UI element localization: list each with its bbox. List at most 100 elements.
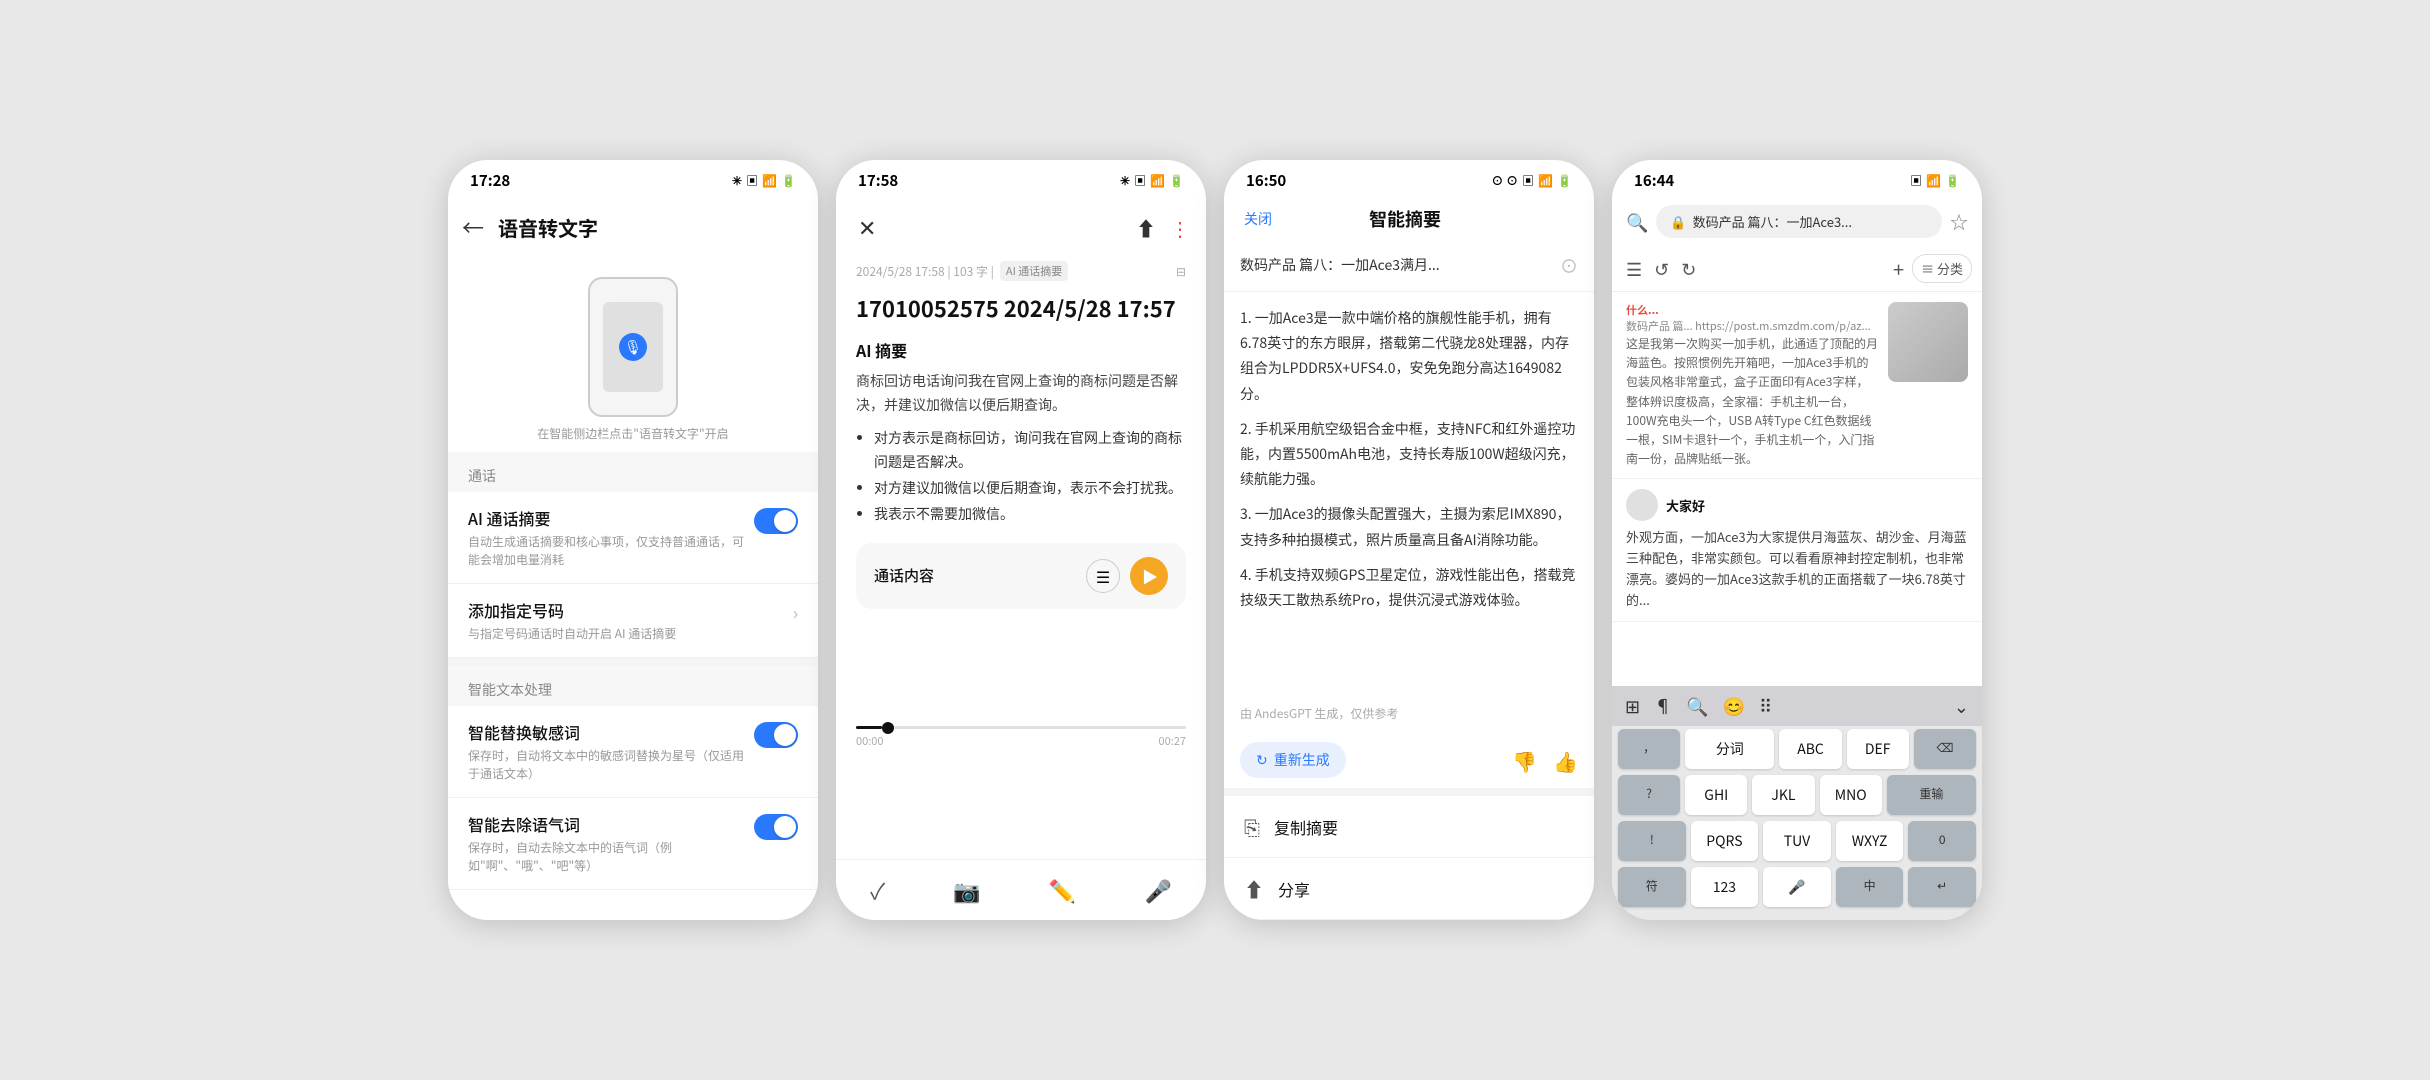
kb-row-2: ? GHI JKL MNO 重输 bbox=[1612, 772, 1982, 818]
p3-content: 1. 一加Ace3是一款中端价格的旗舰性能手机，拥有6.78英寸的东方眼屏，搭载… bbox=[1224, 292, 1594, 701]
indent-icon[interactable]: ☰ bbox=[1622, 252, 1646, 286]
kb-jkl[interactable]: JKL bbox=[1752, 775, 1814, 815]
kb-grid-icon[interactable]: ⊞ bbox=[1620, 690, 1645, 722]
kb-down-icon[interactable]: ⌄ bbox=[1949, 690, 1974, 722]
copy-action[interactable]: ⎘ 复制摘要 bbox=[1224, 796, 1594, 858]
kb-fenci[interactable]: 分词 bbox=[1685, 729, 1774, 769]
share-action[interactable]: ⬆ 分享 bbox=[1224, 858, 1594, 920]
kb-abc[interactable]: ABC bbox=[1779, 729, 1841, 769]
undo-icon[interactable]: ↺ bbox=[1650, 252, 1673, 286]
time-2: 17:58 bbox=[858, 170, 898, 191]
article1-source: 什么... bbox=[1626, 302, 1878, 318]
p2-main: 17010052575 2024/5/28 17:57 AI 摘要 商标回访电话… bbox=[836, 293, 1206, 722]
kb-123[interactable]: 123 bbox=[1691, 867, 1759, 907]
p3-feedback: 👎 👍 bbox=[1512, 746, 1578, 775]
setting-add-number[interactable]: 添加指定号码 与指定号码通话时自动开启 AI 通话摘要 › bbox=[448, 584, 818, 658]
p3-article-row: 数码产品 篇八：一加Ace3满月... ⊙ bbox=[1224, 241, 1594, 292]
kb-wxyz[interactable]: WXYZ bbox=[1836, 821, 1904, 861]
link-icon[interactable]: ⊙ bbox=[1560, 253, 1578, 279]
mic-icon-bottom[interactable]: 🎤 bbox=[1145, 874, 1172, 906]
kb-comma[interactable]: ， bbox=[1618, 729, 1680, 769]
kb-ghi[interactable]: GHI bbox=[1685, 775, 1747, 815]
content-para-0: 1. 一加Ace3是一款中端价格的旗舰性能手机，拥有6.78英寸的东方眼屏，搭载… bbox=[1240, 306, 1578, 407]
toggle-knob-smart-replace bbox=[774, 724, 796, 746]
audio-play-button[interactable]: ▶ bbox=[1130, 557, 1168, 595]
social-avatar bbox=[1626, 489, 1658, 521]
more-icon[interactable]: ⋮ bbox=[1170, 213, 1190, 242]
p3-close-button[interactable]: 关闭 bbox=[1240, 205, 1276, 233]
kb-search-icon[interactable]: 🔍 bbox=[1681, 690, 1713, 722]
audio-list-button[interactable]: ☰ bbox=[1086, 559, 1120, 593]
p2-bottom-bar: ✓ 📷 ✏️ 🎤 bbox=[836, 859, 1206, 920]
p2-header-actions: ⬆ ⋮ bbox=[1136, 213, 1190, 242]
thumbup-icon[interactable]: 👍 bbox=[1553, 746, 1578, 775]
kb-reset[interactable]: 重输 bbox=[1887, 775, 1976, 815]
add-icon[interactable]: + bbox=[1889, 250, 1908, 287]
content-para-2: 3. 一加Ace3的摄像头配置强大，主摄为索尼IMX890，支持多种拍摄模式，照… bbox=[1240, 502, 1578, 552]
search-box[interactable]: 🔒 数码产品 篇八：一加Ace3... bbox=[1656, 205, 1942, 238]
ai-label: AI 摘要 bbox=[856, 338, 1186, 362]
time-1: 17:28 bbox=[470, 170, 510, 191]
kb-def[interactable]: DEF bbox=[1847, 729, 1909, 769]
kb-question[interactable]: ? bbox=[1618, 775, 1680, 815]
kb-tuv[interactable]: TUV bbox=[1763, 821, 1831, 861]
camera-icon[interactable]: 📷 bbox=[953, 874, 980, 906]
p3-actions-row: ↻ 重新生成 👎 👍 bbox=[1224, 732, 1594, 788]
setting-smart-replace-text: 智能替换敏感词 保存时，自动将文本中的敏感词替换为星号（仅适用于通话文本） bbox=[468, 720, 744, 783]
share-icon[interactable]: ⬆ bbox=[1136, 213, 1156, 242]
kb-backspace[interactable]: ⌫ bbox=[1914, 729, 1976, 769]
regen-button[interactable]: ↻ 重新生成 bbox=[1240, 742, 1346, 778]
status-bar-3: 16:50 ⊙ ⊙ ▣ 📶 🔋 bbox=[1224, 160, 1594, 197]
back-button[interactable]: ← bbox=[456, 205, 490, 249]
check-icon[interactable]: ✓ bbox=[870, 874, 885, 906]
p2-meta-text: 2024/5/28 17:58 | 103 字 | bbox=[856, 263, 994, 280]
wifi-icon-3: ▣ bbox=[1522, 172, 1534, 189]
keyboard-area: ⊞ ¶ 🔍 😊 ⠿ ⌄ ， 分词 ABC DEF ⌫ ? GHI JKL MNO bbox=[1612, 686, 1982, 920]
toggle-smart-remove[interactable] bbox=[754, 814, 798, 840]
kb-emoji-icon[interactable]: 😊 bbox=[1718, 690, 1750, 722]
social-name: 大家好 bbox=[1666, 496, 1705, 515]
status-bar-1: 17:28 ✳ ▣ 📶 🔋 bbox=[448, 160, 818, 197]
bullet-item-2: 我表示不需要加微信。 bbox=[874, 503, 1186, 527]
setting-smart-remove-text: 智能去除语气词 保存时，自动去除文本中的语气词（例如"啊"、"哦"、"吧"等） bbox=[468, 812, 744, 875]
p2-meta-icon: ⊟ bbox=[1176, 263, 1186, 280]
thumbdown-icon[interactable]: 👎 bbox=[1512, 746, 1537, 775]
toggle-ai-summary[interactable] bbox=[754, 508, 798, 534]
bluetooth-icon: ✳ bbox=[732, 172, 742, 189]
classify-button[interactable]: ≡ 分类 bbox=[1912, 254, 1972, 283]
p1-illustration: 🎙 在智能侧边栏点击"语音转文字"开启 bbox=[448, 257, 818, 452]
regen-label: 重新生成 bbox=[1274, 750, 1330, 770]
setting-ai-summary-desc: 自动生成通话摘要和核心事项，仅支持普通通话，可能会增加电量消耗 bbox=[468, 533, 744, 569]
share-action-icon: ⬆ bbox=[1244, 874, 1264, 903]
section-title-1: 通话 bbox=[448, 452, 818, 492]
audio-progress-bar[interactable] bbox=[856, 726, 1186, 729]
kb-mno[interactable]: MNO bbox=[1820, 775, 1882, 815]
kb-exclaim[interactable]: ! bbox=[1618, 821, 1686, 861]
kb-format-icon[interactable]: ¶ bbox=[1649, 690, 1677, 722]
kb-mic[interactable]: 🎤 bbox=[1763, 867, 1831, 907]
kb-dots-icon[interactable]: ⠿ bbox=[1754, 690, 1777, 722]
kb-enter[interactable]: ↵ bbox=[1908, 867, 1976, 907]
edit-icon[interactable]: ✏️ bbox=[1049, 874, 1076, 906]
social-body: 外观方面，一加Ace3为大家提供月海蓝灰、胡沙金、月海蓝三种配色，非常实颜包。可… bbox=[1626, 527, 1968, 610]
setting-add-number-label: 添加指定号码 bbox=[468, 598, 783, 622]
redo-icon[interactable]: ↻ bbox=[1677, 252, 1700, 286]
signal-icon-2: 📶 bbox=[1150, 172, 1165, 189]
kb-symbol[interactable]: 符 bbox=[1618, 867, 1686, 907]
kb-chinese[interactable]: 中 bbox=[1836, 867, 1904, 907]
p4-article-1-text: 什么... 数码产品 篇... https://post.m.smzdm.com… bbox=[1626, 302, 1878, 468]
p2-close-button[interactable]: ✕ bbox=[852, 205, 882, 249]
setting-add-number-desc: 与指定号码通话时自动开启 AI 通话摘要 bbox=[468, 625, 783, 643]
kb-pqrs[interactable]: PQRS bbox=[1691, 821, 1759, 861]
bookmark-icon[interactable]: ☆ bbox=[1950, 209, 1968, 235]
time-3: 16:50 bbox=[1246, 170, 1286, 191]
content-para-3: 4. 手机支持双频GPS卫星定位，游戏性能出色，搭载竞技级天工散热系统Pro，提… bbox=[1240, 563, 1578, 613]
p3-header: 关闭 智能摘要 bbox=[1224, 197, 1594, 241]
status-icons-3: ⊙ ⊙ ▣ 📶 🔋 bbox=[1491, 172, 1572, 189]
status-bar-4: 16:44 ▣ 📶 🔋 bbox=[1612, 160, 1982, 197]
copy-label: 复制摘要 bbox=[1274, 815, 1338, 839]
kb-zero[interactable]: 0 bbox=[1908, 821, 1976, 861]
kb-row-3: ! PQRS TUV WXYZ 0 bbox=[1612, 818, 1982, 864]
toggle-smart-replace[interactable] bbox=[754, 722, 798, 748]
setting-smart-replace-label: 智能替换敏感词 bbox=[468, 720, 744, 744]
